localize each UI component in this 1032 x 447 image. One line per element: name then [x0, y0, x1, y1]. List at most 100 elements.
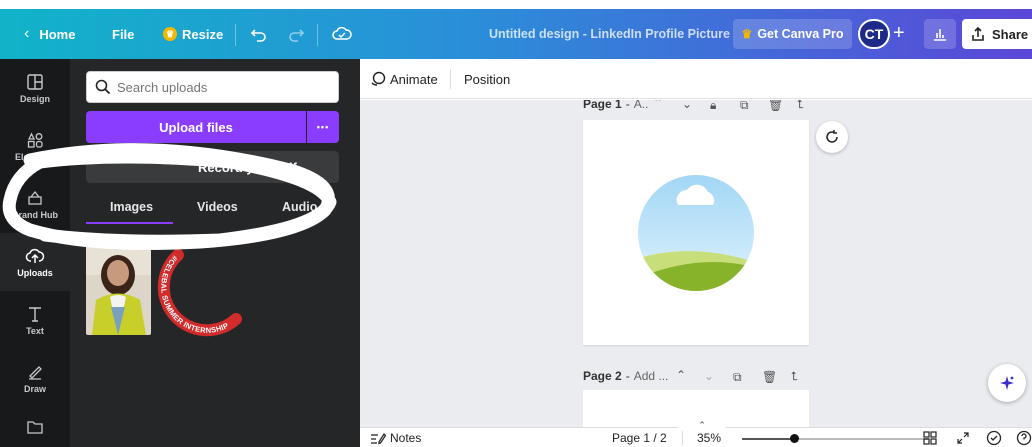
text-icon: [29, 306, 41, 322]
top-bar: ‹ Home File ♛ Resize Untitled design - L…: [0, 9, 1032, 59]
rail-item-projects[interactable]: [0, 407, 70, 447]
page-title-sep: -: [625, 100, 630, 111]
zoom-slider-track[interactable]: [742, 438, 792, 440]
tab-label: Videos: [197, 200, 238, 214]
tab-images[interactable]: Images: [110, 193, 153, 221]
fullscreen-button[interactable]: [956, 428, 970, 447]
trash-icon[interactable]: 🗑︎: [768, 100, 783, 112]
page-1-canvas[interactable]: [583, 120, 809, 345]
help-button[interactable]: [1016, 428, 1032, 447]
crown-icon: ♛: [163, 27, 177, 41]
rail-item-brand-hub[interactable]: Brand Hub: [0, 175, 70, 233]
design-title-text: Untitled design - LinkedIn Profile Pictu…: [489, 27, 730, 41]
avatar-initials: CT: [864, 26, 884, 42]
upload-thumbnail-photo[interactable]: [86, 245, 151, 335]
zoom-text: 35%: [697, 431, 722, 445]
share-label: Share: [992, 26, 1029, 42]
rail-label: Text: [26, 325, 44, 336]
check-button[interactable]: [986, 428, 1002, 447]
duplicate-icon[interactable]: ⧉: [740, 100, 749, 113]
regenerate-button[interactable]: [816, 121, 848, 153]
notes-label: Notes: [390, 431, 422, 445]
divider: [450, 69, 451, 89]
undo-button[interactable]: [250, 9, 268, 59]
active-tab-indicator: [86, 222, 173, 224]
record-yourself-button[interactable]: Record yourself: [86, 151, 339, 183]
page-indicator[interactable]: Page 1 / 2: [612, 428, 667, 447]
bar-chart-icon: [934, 29, 946, 41]
upload-files-button[interactable]: Upload files: [86, 111, 306, 143]
zoom-slider-handle[interactable]: [790, 434, 799, 443]
home-button[interactable]: ‹ Home: [24, 9, 75, 59]
duplicate-icon[interactable]: ⧉: [733, 370, 742, 385]
rail-item-elements[interactable]: Elements: [0, 117, 70, 175]
magic-assistant-button[interactable]: [988, 364, 1026, 402]
animate-button[interactable]: Animate: [370, 59, 438, 99]
file-label: File: [112, 26, 135, 42]
chevron-left-icon: ‹: [24, 25, 30, 42]
grid-view-button[interactable]: [923, 428, 937, 447]
page-1-title[interactable]: A..: [634, 100, 649, 111]
record-label: Record yourself: [198, 159, 297, 175]
page-title-sep: -: [625, 369, 630, 383]
divider: [235, 24, 236, 46]
divider: [317, 24, 318, 46]
save-status-button[interactable]: [332, 9, 352, 59]
tab-label: Audio: [282, 200, 318, 214]
add-page-icon[interactable]: ⮤: [791, 369, 798, 384]
resize-button[interactable]: ♛ Resize: [163, 9, 223, 59]
folder-icon: [27, 421, 43, 434]
pro-label: Get Canva Pro: [757, 27, 844, 41]
expand-icon: [957, 432, 969, 444]
page-2-title[interactable]: Add ...: [634, 369, 669, 383]
uploads-panel: Upload files ••• Record yourself Images …: [70, 59, 360, 447]
page-indicator-text: Page 1 / 2: [612, 431, 667, 445]
zoom-slider-track-rest[interactable]: [799, 438, 929, 440]
add-collaborator-button[interactable]: +: [893, 22, 905, 45]
search-box[interactable]: [86, 71, 339, 103]
tab-videos[interactable]: Videos: [197, 193, 238, 221]
page-1-number: Page 1: [583, 100, 622, 111]
refresh-icon: [826, 130, 838, 143]
rail-item-uploads[interactable]: Uploads: [0, 233, 70, 291]
share-button[interactable]: Share: [962, 19, 1032, 49]
upload-thumbnail-logo[interactable]: #CELEBAL SUMMER INTERNSHIP: [156, 245, 248, 337]
search-input[interactable]: [117, 79, 317, 95]
undo-icon: [250, 29, 266, 42]
design-title[interactable]: Untitled design - LinkedIn Profile Pictu…: [489, 9, 730, 59]
notes-button[interactable]: Notes: [370, 428, 421, 447]
trash-icon[interactable]: 🗑︎: [762, 370, 777, 384]
more-dots-icon: •••: [316, 122, 330, 132]
rail-label: Design: [19, 93, 50, 104]
zoom-value[interactable]: 35%: [697, 428, 721, 447]
page-2-header: Page 2 - Add ...: [583, 369, 668, 383]
insights-button[interactable]: [924, 19, 956, 49]
top-strip: [0, 0, 1032, 9]
redo-button[interactable]: [287, 9, 305, 59]
more-options-button[interactable]: •••: [307, 111, 339, 143]
redo-icon: [289, 29, 305, 42]
chevron-down-icon[interactable]: ⌄: [704, 369, 714, 383]
position-button[interactable]: Position: [464, 59, 510, 99]
layout-icon: [27, 73, 43, 90]
position-label: Position: [464, 71, 511, 87]
lock-icon[interactable]: 🔒︎: [710, 100, 716, 113]
get-canva-pro-button[interactable]: ♛ Get Canva Pro: [733, 19, 852, 49]
file-menu[interactable]: File: [112, 9, 134, 59]
sparkle-icon: [1000, 376, 1014, 390]
editor-toolbar: Animate Position: [360, 59, 1032, 99]
editor-footer: ⌃ Notes Page 1 / 2 35%: [360, 418, 1032, 447]
plus-icon: +: [893, 22, 905, 44]
tab-audio[interactable]: Audio: [282, 193, 317, 221]
rail-label: Brand Hub: [12, 209, 58, 220]
rail-item-design[interactable]: Design: [0, 59, 70, 117]
chevron-up-icon[interactable]: ⌃: [653, 100, 663, 110]
chevron-up-icon[interactable]: ⌃: [676, 368, 686, 382]
rail-item-draw[interactable]: Draw: [0, 349, 70, 407]
avatar[interactable]: CT: [858, 19, 890, 49]
rail-label: Elements: [14, 151, 56, 162]
chevron-down-icon[interactable]: ⌄: [682, 100, 692, 111]
home-label: Home: [39, 26, 76, 42]
rail-item-text[interactable]: Text: [0, 291, 70, 349]
add-page-icon[interactable]: ⮤: [797, 100, 804, 112]
